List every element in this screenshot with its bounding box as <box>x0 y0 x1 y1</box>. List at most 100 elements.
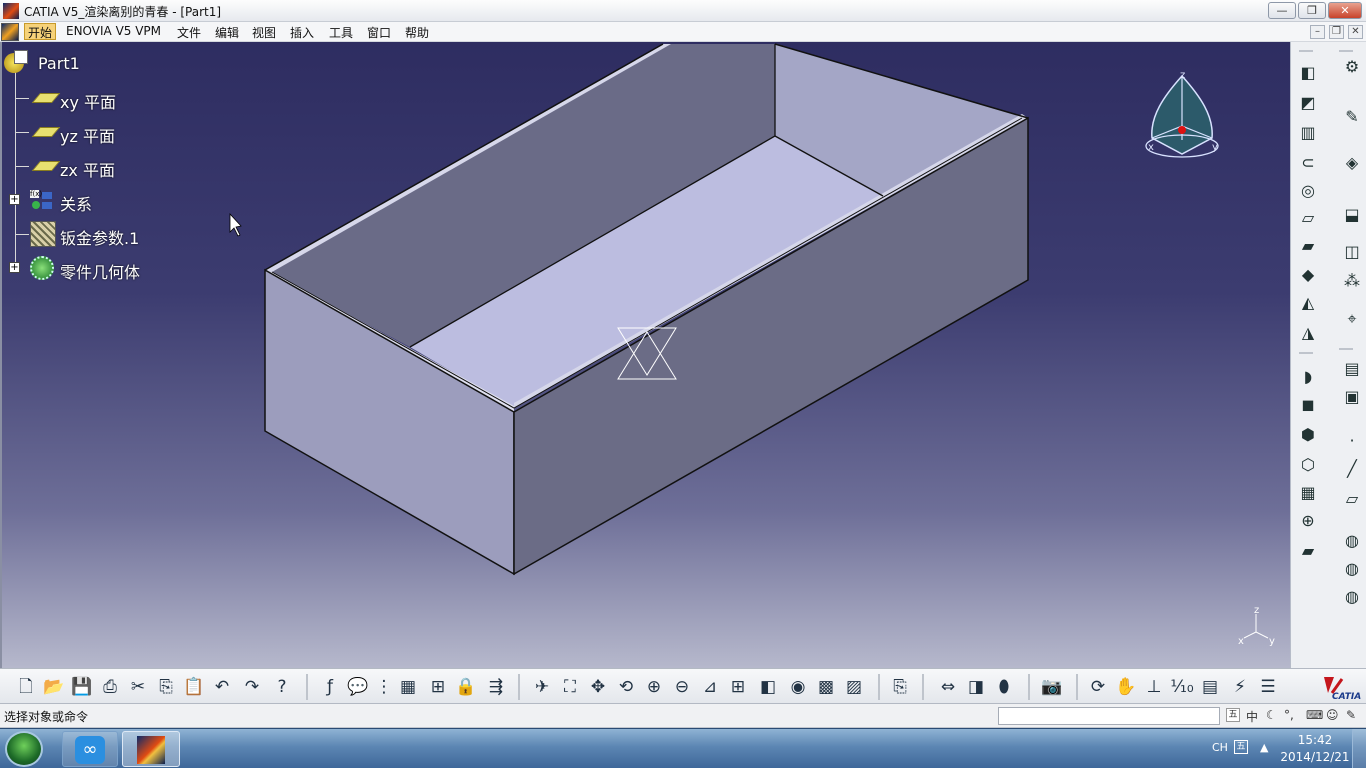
apply-material-icon[interactable]: ⎘ <box>888 675 912 699</box>
draft-analysis-icon[interactable]: ◍ <box>1341 558 1363 580</box>
tree-item-label[interactable]: 关系 <box>60 191 92 215</box>
table-icon[interactable]: ▦ <box>396 675 420 699</box>
menu-insert[interactable]: 插入 <box>287 24 317 41</box>
minimize-button[interactable]: — <box>1268 2 1296 19</box>
clock-date[interactable]: 2014/12/21 <box>1270 750 1360 764</box>
line-icon[interactable]: ╱ <box>1341 458 1363 480</box>
sheetmetal-params-tool-icon[interactable]: ⚙ <box>1341 56 1363 78</box>
hand-icon[interactable]: ✋ <box>1114 675 1138 699</box>
clock-time[interactable]: 15:42 <box>1270 733 1360 747</box>
ime-logo-icon[interactable]: 五 <box>1226 708 1240 722</box>
walls-icon[interactable]: ◧ <box>1297 62 1319 84</box>
expand-icon[interactable]: + <box>9 194 20 205</box>
drawing-icon[interactable]: ▤ <box>1341 358 1363 380</box>
lock-icon[interactable]: 🔒 <box>454 675 478 699</box>
curvature-analysis-icon[interactable]: ◍ <box>1341 586 1363 608</box>
tree-item-yz-plane[interactable]: yz 平面 <box>2 119 142 147</box>
tree-item-label[interactable]: zx 平面 <box>60 157 115 181</box>
measure-inertia-icon[interactable]: ⬮ <box>992 675 1016 699</box>
snap-icon[interactable]: ⚡ <box>1228 675 1252 699</box>
undo-icon[interactable]: ↶ <box>210 675 234 699</box>
transform-icon[interactable]: ⌖ <box>1341 308 1363 330</box>
sketch-icon[interactable]: ✎ <box>1341 106 1363 128</box>
tray-ime-icon[interactable]: 五 <box>1234 740 1248 754</box>
power-input-field[interactable] <box>998 707 1220 725</box>
ime-tools-icon[interactable]: ✎ <box>1346 708 1356 722</box>
measure-between-icon[interactable]: ⇔ <box>936 675 960 699</box>
surface-icon[interactable]: ◈ <box>1341 152 1363 174</box>
comment-icon[interactable]: 💬 <box>346 675 370 699</box>
extrusion-icon[interactable]: ▥ <box>1297 122 1319 144</box>
menu-help[interactable]: 帮助 <box>402 24 432 41</box>
hole-icon[interactable]: ◎ <box>1297 180 1319 202</box>
expand-icon[interactable]: + <box>9 262 20 273</box>
tree-item-xy-plane[interactable]: xy 平面 <box>2 85 142 113</box>
doc-close-button[interactable]: ✕ <box>1348 25 1363 39</box>
tree-item-label[interactable]: yz 平面 <box>60 123 115 147</box>
maximize-button[interactable]: ❐ <box>1298 2 1326 19</box>
print-icon[interactable]: ⎙ <box>98 675 122 699</box>
flange-icon[interactable]: ⊂ <box>1297 152 1319 174</box>
grid-icon[interactable]: ▤ <box>1198 675 1222 699</box>
tree-item-relations[interactable]: + f(x) 关系 <box>2 187 142 215</box>
zoom-out-icon[interactable]: ⊖ <box>670 675 694 699</box>
formula-icon[interactable]: ƒ <box>318 675 342 699</box>
taskbar-baidu-app[interactable]: ∞ <box>62 731 118 767</box>
3d-viewport[interactable]: Part1 xy 平面 yz 平面 zx 平面 + f(x) 关系 钣金参数.1… <box>0 42 1290 668</box>
ime-user-icon[interactable]: ☺ <box>1326 708 1339 722</box>
compass-widget[interactable]: z x y <box>1140 66 1230 176</box>
scale-icon[interactable]: ⅒ <box>1170 675 1194 699</box>
redo-icon[interactable]: ↷ <box>240 675 264 699</box>
menu-file[interactable]: 文件 <box>174 24 204 41</box>
multi-view-icon[interactable]: ⊞ <box>726 675 750 699</box>
show-desktop-button[interactable] <box>1352 729 1366 768</box>
block-icon[interactable]: ◼ <box>1297 394 1319 416</box>
ime-lang[interactable]: 中 <box>1246 708 1258 725</box>
paste-icon[interactable]: 📋 <box>182 675 206 699</box>
zoom-in-icon[interactable]: ⊕ <box>642 675 666 699</box>
capture-icon[interactable]: 📷 <box>1040 675 1064 699</box>
ime-moon-icon[interactable]: ☾ <box>1266 708 1277 722</box>
menu-edit[interactable]: 编辑 <box>212 24 242 41</box>
tree-item-zx-plane[interactable]: zx 平面 <box>2 153 142 181</box>
menu-tools[interactable]: 工具 <box>326 24 356 41</box>
plane-tool-icon[interactable]: ▱ <box>1341 488 1363 510</box>
tree-item-label[interactable]: xy 平面 <box>60 89 116 113</box>
chamfer-icon[interactable]: ◮ <box>1297 322 1319 344</box>
open-file-icon[interactable]: 📂 <box>42 675 66 699</box>
axis-tool-icon[interactable]: ⊥ <box>1142 675 1166 699</box>
corner-relief-icon[interactable]: ◭ <box>1297 292 1319 314</box>
taskbar-catia-app[interactable] <box>122 731 180 767</box>
fly-mode-icon[interactable]: ✈ <box>530 675 554 699</box>
iso-view-icon[interactable]: ◧ <box>756 675 780 699</box>
swap-space-icon[interactable]: ▨ <box>842 675 866 699</box>
tree-item-part-body[interactable]: + 零件几何体 <box>2 255 162 282</box>
save-view-icon[interactable]: ▣ <box>1341 386 1363 408</box>
copy-icon[interactable]: ⎘ <box>154 675 178 699</box>
tree-root[interactable]: Part1 <box>4 50 124 76</box>
measure-icon[interactable]: ▰ <box>1297 540 1319 562</box>
tray-lang[interactable]: CH <box>1212 741 1228 754</box>
document-menu-icon[interactable] <box>1 23 19 41</box>
cutout-icon[interactable]: ◫ <box>1341 241 1363 263</box>
mesh-icon[interactable]: ▦ <box>1297 482 1319 504</box>
wall-on-edge-icon[interactable]: ◩ <box>1297 92 1319 114</box>
surface-pattern-icon[interactable]: ⬡ <box>1297 454 1319 476</box>
solid-view-icon[interactable]: ◗ <box>1297 366 1319 388</box>
start-button[interactable] <box>5 731 43 767</box>
sheet-metal-box-model[interactable] <box>2 42 1290 668</box>
measure-item-icon[interactable]: ◨ <box>964 675 988 699</box>
ime-punct-icon[interactable]: °, <box>1284 708 1294 722</box>
prism-icon[interactable]: ⬢ <box>1297 424 1319 446</box>
update-icon[interactable]: ⟳ <box>1086 675 1110 699</box>
pan-icon[interactable]: ✥ <box>586 675 610 699</box>
stamp-icon[interactable]: ◆ <box>1297 264 1319 286</box>
tree-item-sheetmetal-params[interactable]: 钣金参数.1 <box>2 221 162 248</box>
rotate-icon[interactable]: ⟲ <box>614 675 638 699</box>
close-button[interactable]: ✕ <box>1328 2 1362 19</box>
reorder-icon[interactable]: ⇶ <box>484 675 508 699</box>
menu-enovia[interactable]: ENOVIA V5 VPM <box>63 24 164 38</box>
normal-view-icon[interactable]: ⊿ <box>698 675 722 699</box>
point-icon[interactable]: · <box>1341 430 1363 452</box>
whats-this-icon[interactable]: ? <box>270 675 294 699</box>
